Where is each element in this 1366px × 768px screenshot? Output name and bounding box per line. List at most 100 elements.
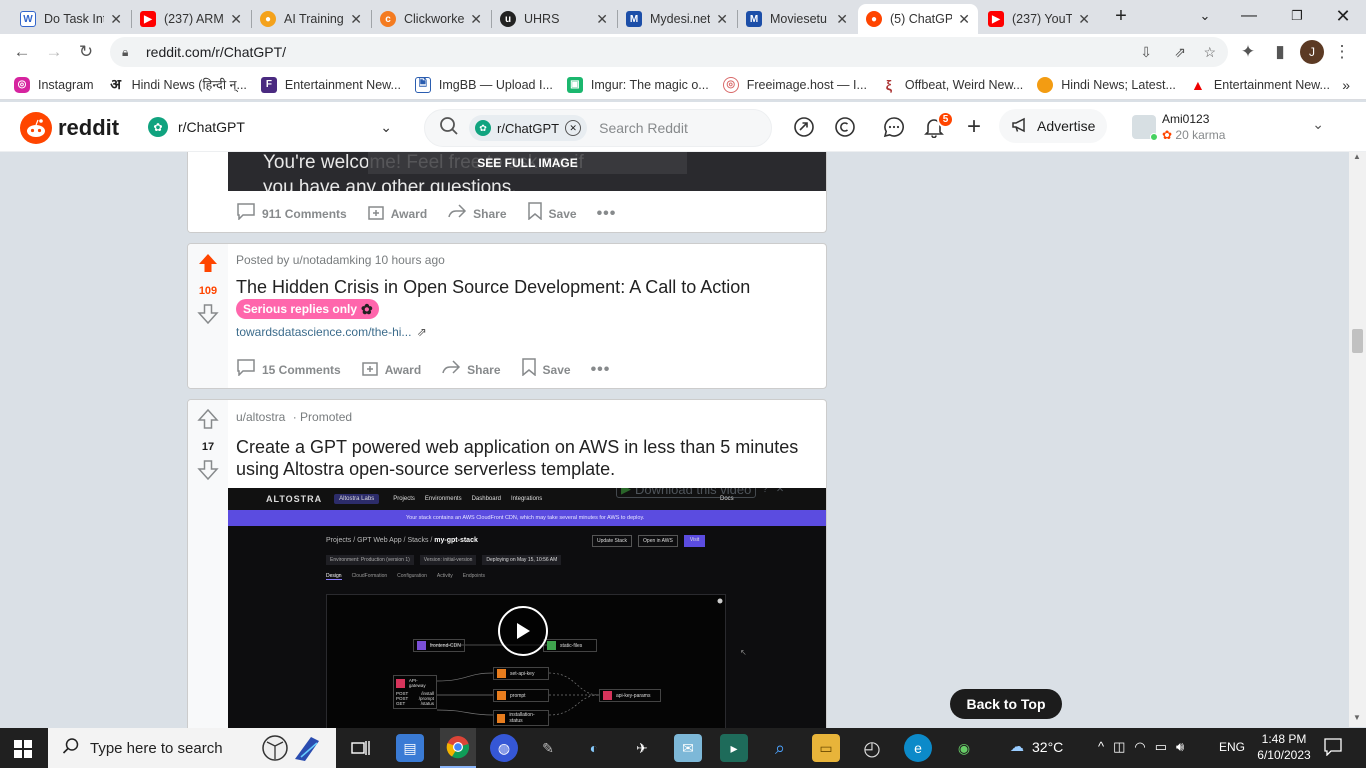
new-tab-button[interactable]: + (1098, 0, 1144, 32)
browser-tab[interactable]: W Do Task Int ✕ (12, 4, 130, 34)
side-panel-icon[interactable]: ▮ (1268, 40, 1292, 64)
wifi-icon[interactable]: ◠ (1134, 739, 1154, 754)
device-icon[interactable]: ◫ (1113, 739, 1134, 754)
scroll-down-arrow-icon[interactable]: ▼ (1353, 713, 1361, 722)
notification-center-icon[interactable] (1324, 738, 1342, 761)
tab-search-chevron-icon[interactable]: ⌄ (1182, 0, 1228, 32)
file-manager-app-icon[interactable]: ▤ (396, 734, 424, 762)
file-explorer-icon[interactable]: ▭ (812, 734, 840, 762)
close-tab-icon[interactable]: ✕ (470, 11, 482, 28)
post-image[interactable]: You're welcome! Feel free to ask me if y… (228, 152, 826, 191)
save-button[interactable]: Save (527, 202, 577, 225)
reddit-search-input[interactable]: ✿ r/ChatGPT ✕ Search Reddit (424, 109, 772, 147)
volume-icon[interactable]: 🔊︎ (1176, 739, 1193, 754)
map-app-icon[interactable]: ◉ (950, 734, 978, 762)
clear-chip-icon[interactable]: ✕ (565, 120, 582, 136)
scrollbar-thumb[interactable] (1352, 329, 1363, 353)
bookmark-instagram[interactable]: ◎ Instagram (14, 76, 94, 93)
upvote-arrow-icon[interactable] (197, 252, 219, 279)
more-options-icon[interactable]: ••• (597, 205, 617, 223)
profile-avatar[interactable]: J (1300, 40, 1324, 64)
popular-arrow-icon[interactable] (792, 115, 816, 139)
create-post-plus-icon[interactable]: + (962, 113, 986, 140)
browser-tab[interactable]: u UHRS ✕ (492, 4, 616, 34)
close-tab-icon[interactable]: ✕ (1078, 11, 1090, 28)
downvote-arrow-icon[interactable] (197, 459, 219, 486)
bookmark-offbeat[interactable]: ξ Offbeat, Weird New... (880, 76, 1023, 93)
close-tab-icon[interactable]: ✕ (958, 11, 970, 28)
coins-icon[interactable] (833, 115, 857, 139)
paint-app-icon[interactable]: ✎ (534, 734, 562, 762)
bookmark-imgbb[interactable]: 🗎︎ ImgBB — Upload I... (414, 76, 553, 93)
more-options-icon[interactable]: ••• (591, 361, 611, 379)
bookmark-star-icon[interactable]: ☆ (1203, 44, 1216, 61)
chrome-taskbar-icon[interactable] (440, 728, 476, 768)
close-tab-icon[interactable]: ✕ (350, 11, 362, 28)
award-button[interactable]: Award (361, 358, 421, 381)
code-app-icon[interactable]: ▸ (720, 734, 748, 762)
reddit-logo[interactable]: reddit (20, 112, 119, 144)
help-icon[interactable]: ? (762, 488, 768, 495)
notes-app-icon[interactable]: ✉ (674, 734, 702, 762)
browser-tab[interactable]: M Mydesi.net ✕ (618, 4, 736, 34)
close-tab-icon[interactable]: ✕ (716, 11, 728, 28)
save-button[interactable]: Save (521, 358, 571, 381)
bookmark-entertainment[interactable]: F Entertainment New... (260, 76, 401, 93)
bookmark-hindi-news[interactable]: अ Hindi News (हिन्दी न्... (107, 76, 247, 93)
weather-widget[interactable]: ☁ 32°C (1010, 738, 1063, 755)
system-clock[interactable]: 1:48 PM 6/10/2023 (1254, 731, 1314, 763)
browser-tab[interactable]: ▶ (237) ARM ✕ (132, 4, 250, 34)
close-tab-icon[interactable]: ✕ (836, 11, 848, 28)
upvote-arrow-icon[interactable] (197, 408, 219, 435)
bookmark-hindi-latest[interactable]: Hindi News; Latest... (1037, 76, 1176, 93)
post-author[interactable]: Posted by u/notadamking (236, 253, 371, 267)
install-app-icon[interactable]: ⇩ (1140, 44, 1152, 61)
close-window-button[interactable]: ✕ (1320, 0, 1366, 32)
menu-kebab-icon[interactable]: ⋮ (1330, 40, 1354, 64)
search-app-icon[interactable]: ⌕ (766, 734, 794, 762)
promoted-post-card[interactable]: 17 u/altostra · Promoted Create a GPT po… (187, 399, 827, 739)
post-time[interactable]: 10 hours ago (375, 253, 445, 267)
bookmark-freeimage[interactable]: ◎ Freeimage.host — I... (722, 76, 867, 93)
extensions-puzzle-icon[interactable]: ✦ (1236, 40, 1260, 64)
advertise-button[interactable]: Advertise (999, 109, 1107, 143)
minimize-button[interactable]: — (1226, 0, 1272, 32)
post-flair[interactable]: Serious replies only ✿ (236, 299, 379, 319)
post-card[interactable]: You're welcome! Feel free to ask me if y… (187, 152, 827, 233)
close-overlay-icon[interactable]: ✕ (776, 488, 784, 495)
system-tray-icons[interactable]: ^◫◠▭🔊︎ (1098, 739, 1193, 755)
chat-bubble-icon[interactable] (882, 115, 906, 139)
address-bar[interactable]: 🔒︎ reddit.com/r/ChatGPT/ ⇩ ⇗ ☆ (110, 37, 1228, 67)
downvote-arrow-icon[interactable] (197, 303, 219, 330)
download-video-overlay[interactable]: ▶ Download this video ? ✕ (616, 488, 826, 498)
close-tab-icon[interactable]: ✕ (596, 11, 608, 28)
bookmark-imgur[interactable]: ▣ Imgur: The magic o... (566, 76, 709, 93)
browser-tab-active[interactable]: ● (5) ChatGP ✕ (858, 4, 978, 34)
back-arrow-icon[interactable]: ← (10, 40, 34, 64)
browser-tab[interactable]: M Moviesetu ✕ (738, 4, 856, 34)
back-to-top-button[interactable]: Back to Top (950, 689, 1062, 719)
see-full-image-button[interactable]: SEE FULL IMAGE (368, 152, 687, 174)
browser-tab[interactable]: ▶ (237) YouT ✕ (980, 4, 1098, 34)
post-card[interactable]: 109 Posted by u/notadamking 10 hours ago… (187, 243, 827, 389)
user-menu[interactable]: Ami0123 ✿ 20 karma ⌄ (1132, 108, 1342, 146)
close-tab-icon[interactable]: ✕ (110, 11, 122, 28)
page-scrollbar[interactable]: ▲ ▼ (1349, 152, 1366, 727)
more-bookmarks-chevron[interactable]: » (1342, 77, 1350, 93)
browser-tab[interactable]: ● AI Training ✕ (252, 4, 370, 34)
close-tab-icon[interactable]: ✕ (230, 11, 242, 28)
clock-app-icon[interactable]: ◴ (858, 734, 886, 762)
search-scope-chip[interactable]: ✿ r/ChatGPT ✕ (469, 115, 588, 141)
promoted-video[interactable]: ALTOSTRA Altostra Labs Projects Environm… (228, 488, 826, 728)
play-button[interactable] (498, 606, 548, 656)
game-app-icon[interactable]: ✈ (628, 734, 656, 762)
community-selector[interactable]: ✿ r/ChatGPT ⌄ (140, 110, 402, 144)
comments-button[interactable]: 911 Comments (236, 202, 347, 225)
show-hidden-icons-chevron[interactable]: ^ (1098, 739, 1113, 754)
share-icon[interactable]: ⇗ (1174, 44, 1186, 61)
forward-arrow-icon[interactable]: → (42, 40, 66, 64)
taskbar-search-input[interactable]: Type here to search (48, 728, 336, 768)
edge-browser-icon[interactable]: e (904, 734, 932, 762)
battery-icon[interactable]: ▭ (1155, 739, 1176, 754)
media-app-icon[interactable]: ◐ (580, 734, 608, 762)
